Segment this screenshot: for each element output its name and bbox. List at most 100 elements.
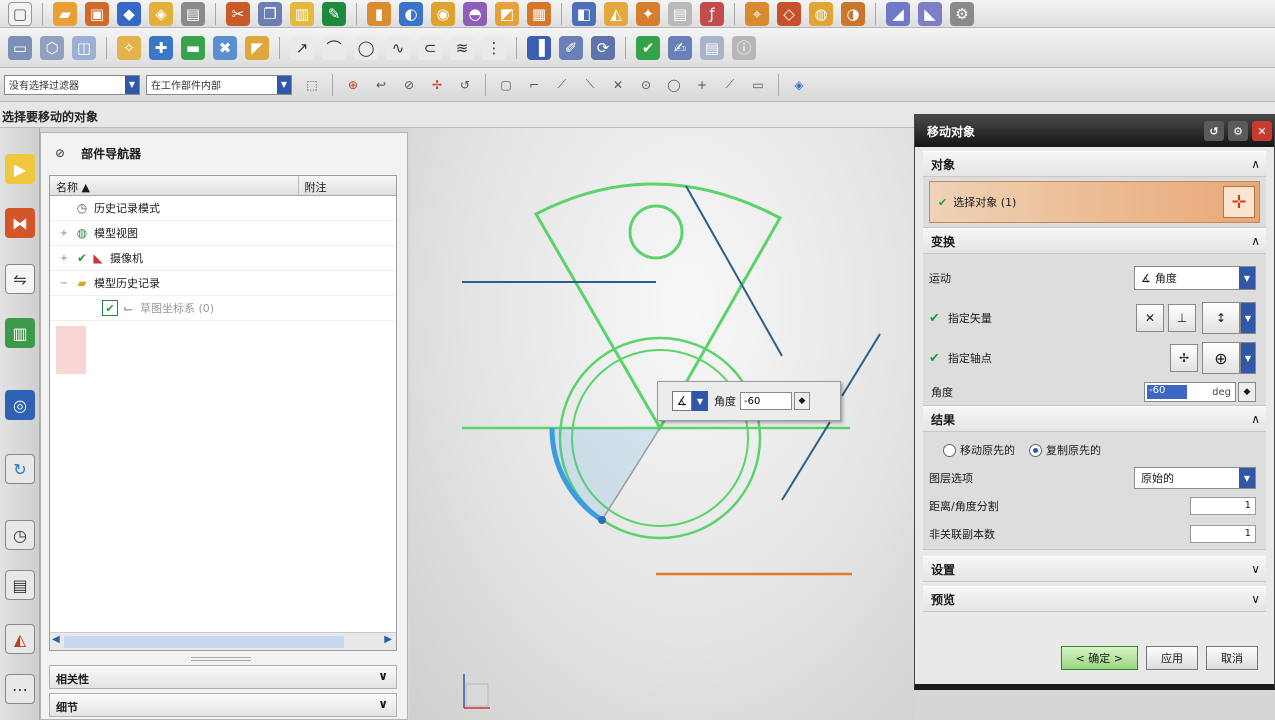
measure-icon[interactable]: ◧ — [572, 1, 596, 26]
cancel-button[interactable]: 取消 — [1206, 646, 1258, 670]
display-icon[interactable]: ◑ — [841, 1, 865, 26]
extrude-icon[interactable]: ▮ — [367, 1, 391, 26]
dependencies-panel-header[interactable]: 相关性 ∨ — [49, 665, 397, 689]
edit-parameters-icon[interactable]: ✍ — [668, 35, 692, 60]
close-icon[interactable]: ✕ — [1252, 121, 1272, 141]
dialog-titlebar[interactable]: 移动对象 ↺ ⚙ ✕ — [915, 115, 1274, 147]
save-icon[interactable]: ▣ — [85, 1, 109, 26]
expand-icon[interactable]: + — [58, 253, 70, 264]
snap-endpoint-icon[interactable]: ⌐ — [525, 76, 543, 94]
blend-icon[interactable]: ◓ — [463, 1, 487, 26]
section-object[interactable]: 对象 ∧ — [923, 151, 1266, 177]
snap-midpoint-icon[interactable]: ⟋ — [553, 76, 571, 94]
move-object-icon[interactable]: ▐ — [527, 35, 551, 60]
snap-on-curve-icon[interactable]: ⟋ — [721, 76, 739, 94]
reset-icon[interactable]: ↺ — [1204, 121, 1224, 141]
cut-icon[interactable]: ✂ — [226, 1, 250, 26]
select-all-icon[interactable]: ✢ — [428, 76, 446, 94]
datum-icon[interactable]: ◇ — [777, 1, 801, 26]
curve-arc-icon[interactable]: ⌒ — [322, 35, 346, 60]
curve-spline-icon[interactable]: ∿ — [386, 35, 410, 60]
shell-icon[interactable]: ▦ — [527, 1, 551, 26]
tree-item-model-history[interactable]: − ▰ 模型历史记录 — [50, 271, 396, 296]
spin-icon[interactable]: ◆ — [794, 392, 810, 410]
trim-icon[interactable]: ◤ — [245, 35, 269, 60]
spin-icon[interactable]: ◆ — [1238, 382, 1256, 402]
layer-icon[interactable]: ▤ — [668, 1, 692, 26]
assembly-navigator-icon[interactable]: ⧓ — [5, 208, 35, 238]
palette-icon[interactable]: ◭ — [5, 624, 35, 654]
tools-icon[interactable]: ⚙ — [950, 1, 974, 26]
check-icon[interactable]: ✔ — [636, 35, 660, 60]
tree-item-history-mode[interactable]: ◷ 历史记录模式 — [50, 196, 396, 221]
curve-circle-icon[interactable]: ◯ — [354, 35, 378, 60]
copy-icon[interactable]: ❐ — [258, 1, 282, 26]
motion-combo[interactable]: ∡ 角度 ▼ — [1134, 266, 1256, 290]
subtract-icon[interactable]: ▬ — [181, 35, 205, 60]
open-icon[interactable]: ▰ — [53, 1, 77, 26]
non-associative-copies-input[interactable]: 1 — [1190, 525, 1256, 543]
curve-offset-icon[interactable]: ≋ — [450, 35, 474, 60]
chevron-down-icon[interactable]: ▼ — [1240, 342, 1256, 374]
feature-select-icon[interactable]: ⊕ — [344, 76, 362, 94]
scroll-right-icon[interactable]: ▶ — [384, 634, 392, 645]
system-materials-icon[interactable]: ▤ — [5, 570, 35, 600]
scroll-left-icon[interactable]: ◀ — [52, 634, 60, 645]
print-icon[interactable]: ▤ — [181, 1, 205, 26]
wcs-icon[interactable]: ⌖ — [745, 1, 769, 26]
view-top-icon[interactable]: ◣ — [918, 1, 942, 26]
section-settings[interactable]: 设置 ∨ — [923, 556, 1266, 582]
undo-select-icon[interactable]: ↩ — [372, 76, 390, 94]
distance-angle-division-input[interactable]: 1 — [1190, 497, 1256, 515]
intersect-icon[interactable]: ✖ — [213, 35, 237, 60]
snap-intersection-icon[interactable]: ✕ — [609, 76, 627, 94]
select-object-row[interactable]: ✔ 选择对象 (1) ✛ — [929, 181, 1260, 223]
tree-item-model-views[interactable]: + ◍ 模型视图 — [50, 221, 396, 246]
more-icon[interactable]: ⋯ — [5, 674, 35, 704]
float-angle-input[interactable] — [740, 392, 792, 410]
paste-icon[interactable]: ▥ — [290, 1, 314, 26]
color-icon[interactable]: ◍ — [809, 1, 833, 26]
pin-icon[interactable]: ⊘ — [55, 146, 65, 160]
part-icon[interactable]: ◆ — [117, 1, 141, 26]
radio-copy-original[interactable]: 复制原先的 — [1029, 442, 1101, 458]
details-panel-header[interactable]: 细节 ∨ — [49, 693, 397, 717]
chamfer-icon[interactable]: ◩ — [495, 1, 519, 26]
reuse-library-icon[interactable]: ▥ — [5, 318, 35, 348]
curve-line-icon[interactable]: ↗ — [290, 35, 314, 60]
deselect-icon[interactable]: ↺ — [456, 76, 474, 94]
roles-icon[interactable]: ▶ — [5, 154, 35, 184]
clock-icon[interactable]: ◷ — [5, 520, 35, 550]
unite-icon[interactable]: ✚ — [149, 35, 173, 60]
column-notes-header[interactable]: 附注 — [299, 176, 396, 195]
ok-button[interactable]: < 确定 > — [1060, 646, 1138, 670]
snap-control-icon[interactable]: ⟍ — [581, 76, 599, 94]
curve-project-icon[interactable]: ⋮ — [482, 35, 506, 60]
chevron-down-icon[interactable]: ▼ — [277, 75, 291, 94]
view-iso-icon[interactable]: ◢ — [886, 1, 910, 26]
point-dialog-icon[interactable]: ✢ — [1170, 344, 1198, 372]
reverse-direction-icon[interactable]: ⊥ — [1168, 304, 1196, 332]
snap-quadrant-icon[interactable]: ◯ — [665, 76, 683, 94]
snap-center-icon[interactable]: ⊙ — [637, 76, 655, 94]
snap-on-face-icon[interactable]: ▭ — [749, 76, 767, 94]
angle-field[interactable]: -60 deg — [1144, 382, 1236, 402]
horizontal-scrollbar[interactable]: ◀ ▶ — [50, 632, 396, 650]
radio-move-original[interactable]: 移动原先的 — [943, 442, 1015, 458]
angle-motion-icon[interactable]: ∡ — [672, 391, 692, 411]
chevron-down-icon[interactable]: ▼ — [125, 75, 139, 94]
history-icon[interactable]: ↻ — [5, 454, 35, 484]
curve-conic-icon[interactable]: ⊂ — [418, 35, 442, 60]
sketch-icon[interactable]: ✎ — [322, 1, 346, 26]
snap-point-icon[interactable]: + — [693, 76, 711, 94]
assembly-icon[interactable]: ◈ — [149, 1, 173, 26]
web-browser-icon[interactable]: ◎ — [5, 390, 35, 420]
transform-icon[interactable]: ⟳ — [591, 35, 615, 60]
render-icon[interactable]: ✦ — [636, 1, 660, 26]
select-crosshair-icon[interactable]: ✛ — [1223, 186, 1255, 218]
selection-filter-combo[interactable]: 没有选择过滤器 ▼ — [4, 74, 140, 95]
splitter-grip[interactable] — [191, 657, 251, 661]
analysis-icon[interactable]: ◭ — [604, 1, 628, 26]
expand-icon[interactable]: + — [58, 228, 70, 239]
checkbox-checked-icon[interactable]: ✔ — [102, 300, 118, 316]
